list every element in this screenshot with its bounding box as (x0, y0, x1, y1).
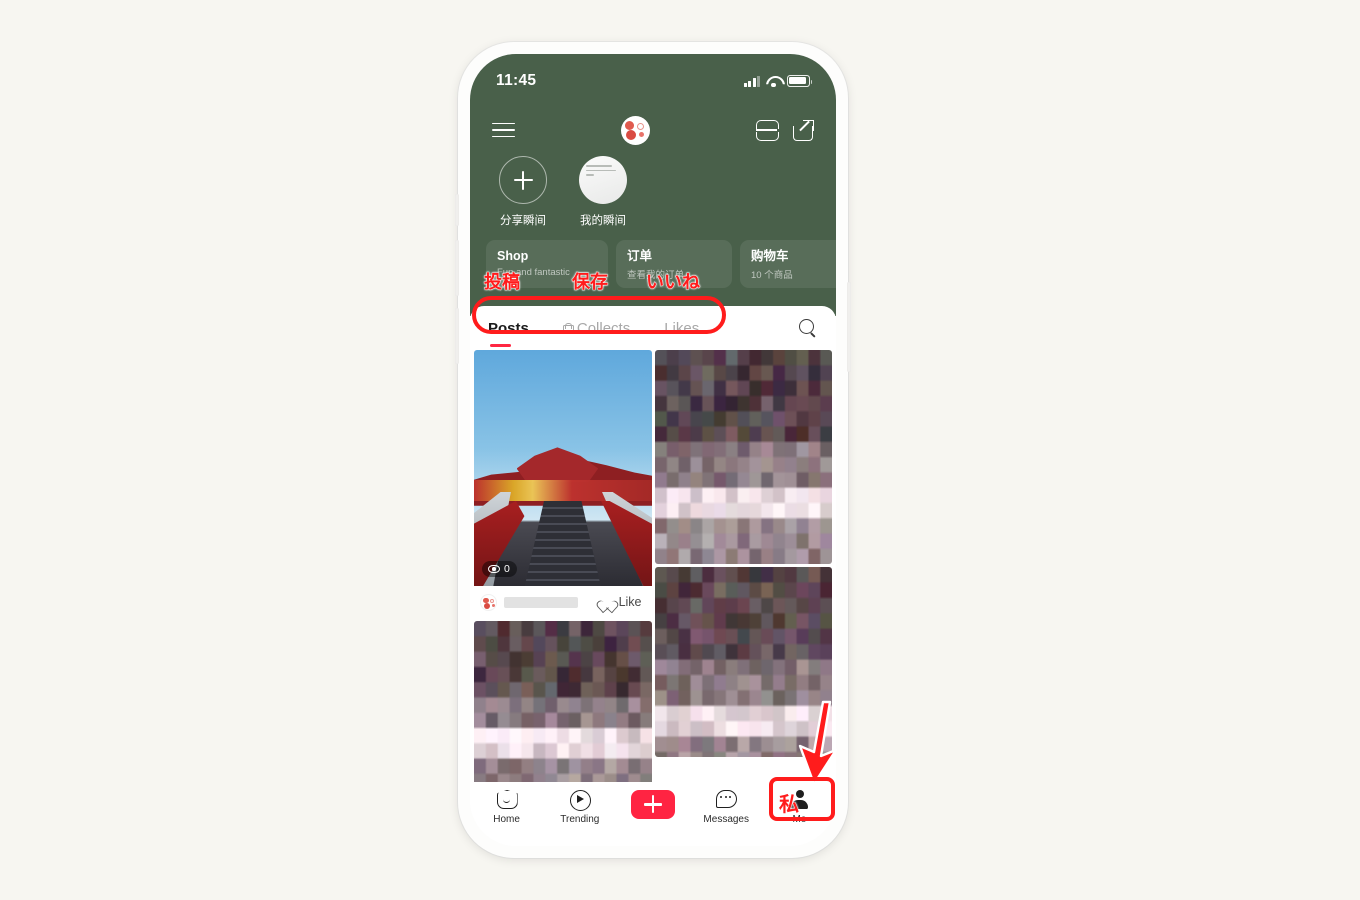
plus-button-icon[interactable] (631, 790, 675, 819)
annotation-label-me: 私 (779, 792, 800, 817)
post-card-mosaic-top[interactable] (654, 350, 832, 564)
moment-label: 我的瞬间 (580, 215, 626, 227)
cellular-signal-icon (743, 75, 760, 87)
battery-icon (787, 75, 813, 87)
moment-share[interactable]: 分享瞬间 (494, 156, 552, 228)
header-nav-row (470, 110, 836, 150)
tab-likes-label: Likes (664, 319, 700, 337)
qr-scan-icon[interactable] (756, 119, 779, 141)
nav-item-create[interactable] (616, 789, 689, 819)
tab-collects[interactable]: Collects (562, 319, 631, 337)
phone-volume-down-button[interactable] (455, 308, 459, 364)
author-name-redacted (504, 596, 578, 608)
status-bar-clock: 11:45 (496, 72, 537, 89)
lock-icon (562, 322, 574, 334)
nav-label: Messages (703, 814, 749, 825)
screenshot-stage: 11:45 分享瞬间 我的瞬间 Shop Fun and fantastic 订… (0, 0, 1360, 900)
heart-outline-icon (601, 596, 614, 608)
tab-posts-label: Posts (488, 319, 529, 337)
post-card-mosaic-left[interactable] (474, 621, 652, 789)
play-circle-icon (569, 789, 591, 811)
shop-card-subtitle: 10 个商品 (751, 270, 793, 281)
phone-volume-up-button[interactable] (455, 240, 459, 296)
eye-icon (488, 565, 500, 573)
post-card-escalator[interactable]: 0 Like (474, 350, 652, 618)
nav-item-me[interactable]: Me (763, 789, 836, 825)
avatar (480, 593, 497, 611)
nav-item-home[interactable]: Home (470, 789, 543, 825)
moments-row: 分享瞬间 我的瞬间 (494, 156, 632, 228)
hamburger-menu-icon[interactable] (492, 122, 515, 138)
content-tabs: Posts Collects Likes (470, 306, 836, 350)
share-external-icon[interactable] (793, 120, 814, 141)
header-action-icons (756, 119, 814, 141)
post-grid-column-left: 0 Like (474, 350, 652, 846)
view-count-value: 0 (504, 563, 510, 575)
status-bar: 11:45 (470, 68, 836, 94)
moment-mine[interactable]: 我的瞬间 (574, 156, 632, 228)
wifi-icon (766, 76, 781, 88)
post-author[interactable] (480, 593, 578, 611)
tab-collects-label: Collects (576, 319, 631, 337)
annotation-label-likes: いいね (646, 272, 701, 294)
view-count-badge: 0 (482, 561, 517, 577)
post-like-bar: Like (474, 586, 652, 618)
tab-posts[interactable]: Posts (488, 319, 529, 347)
moment-label: 分享瞬间 (500, 215, 546, 227)
nav-item-messages[interactable]: Messages (690, 789, 763, 825)
annotation-label-collects: 保存 (572, 272, 609, 294)
my-moment-thumbnail[interactable] (579, 156, 627, 204)
like-label: Like (618, 595, 642, 609)
status-bar-icons (743, 75, 813, 88)
search-icon[interactable] (799, 319, 816, 336)
note-thumbnail (586, 165, 620, 179)
post-grid: 0 Like (470, 350, 836, 846)
home-icon (496, 789, 518, 810)
nav-item-trending[interactable]: Trending (543, 789, 616, 825)
phone-mute-switch[interactable] (455, 194, 459, 226)
tab-likes[interactable]: Likes (664, 320, 699, 337)
avatar[interactable] (621, 115, 650, 145)
phone-screen: 11:45 分享瞬间 我的瞬间 Shop Fun and fantastic 订… (470, 54, 836, 846)
shop-card-title: 订单 (627, 249, 653, 263)
shop-card-title: Shop (497, 249, 529, 263)
add-moment-circle[interactable] (499, 156, 547, 204)
phone-power-button[interactable] (847, 282, 851, 372)
shop-card-cart[interactable]: 购物车 10 个商品 (740, 240, 836, 288)
annotation-label-posts: 投稿 (484, 272, 521, 294)
down-arrow-pointing-to-me-tab (790, 700, 848, 786)
post-image-escalator[interactable]: 0 (474, 350, 652, 586)
chat-bubble-icon (715, 789, 738, 810)
nav-label: Home (493, 814, 520, 825)
content-sheet: Posts Collects Likes 0 Like Home Trendin… (470, 306, 836, 846)
shop-card-title: 购物车 (751, 249, 789, 263)
nav-label: Trending (560, 814, 600, 825)
plus-icon (513, 170, 533, 190)
like-button[interactable]: Like (601, 595, 642, 609)
